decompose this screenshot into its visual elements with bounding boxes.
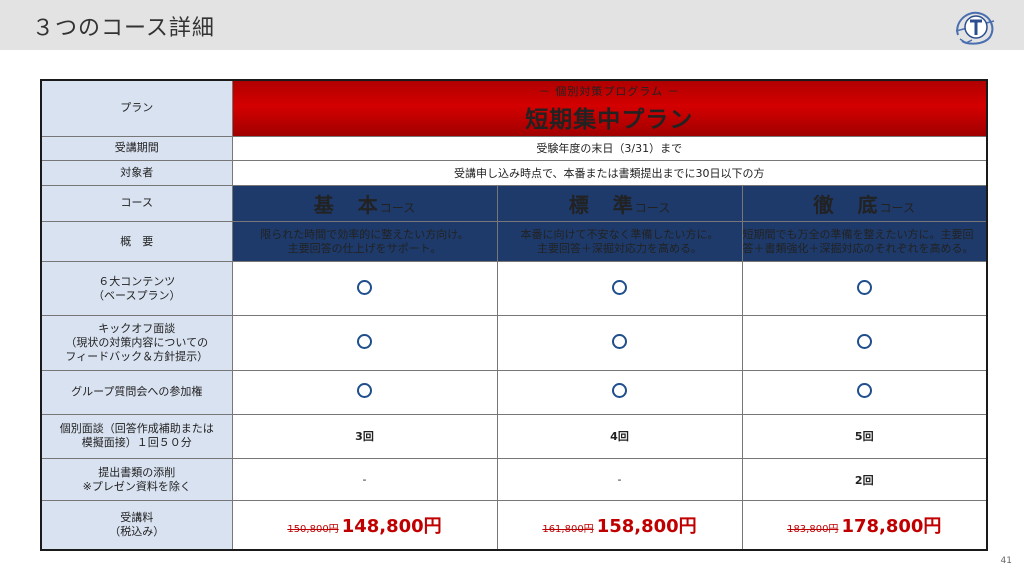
course-name: 徹 底	[813, 192, 880, 217]
circle-check-icon	[612, 383, 627, 399]
period-label: 受講期間	[40, 135, 233, 161]
review-count-standard: -	[496, 458, 743, 502]
title-bar: ３つのコース詳細	[0, 0, 1024, 50]
old-price: 161,800円	[542, 524, 594, 536]
course-desc-basic: 限られた時間で効率的に整えたい方向け。 主要回答の仕上げをサポート。	[231, 221, 498, 263]
interview-label: 個別面談（回答作成補助または 模擬面接）１回５０分	[40, 413, 233, 460]
circle-check-icon	[357, 279, 372, 295]
included-cell	[496, 315, 743, 371]
course-suffix: コース	[379, 200, 416, 215]
table-row: コース 基 本コース 標 準コース 徹 底コース	[40, 184, 988, 223]
course-desc-standard: 本番に向けて不安なく準備したい方に。 主要回答＋深掘対応力を高める。	[496, 221, 743, 263]
circle-check-icon	[612, 334, 627, 350]
course-header-thorough: 徹 底コース	[741, 184, 988, 223]
interview-count-thorough: 5回	[741, 413, 988, 460]
price: 158,800円	[596, 516, 697, 538]
company-logo-icon	[955, 11, 995, 45]
circle-check-icon	[612, 279, 627, 295]
table-row: 受講期間 受験年度の末日（3/31）まで	[40, 135, 988, 161]
table-row: 提出書類の添削 ※プレゼン資料を除く - - 2回	[40, 458, 988, 502]
page-number: 41	[1000, 556, 1012, 566]
circle-check-icon	[357, 334, 372, 350]
included-cell	[231, 261, 498, 317]
review-count-basic: -	[231, 458, 498, 502]
old-price: 150,800円	[287, 524, 339, 536]
table-row: 個別面談（回答作成補助または 模擬面接）１回５０分 3回 4回 5回	[40, 413, 988, 460]
price: 148,800円	[341, 516, 442, 538]
interview-count-standard: 4回	[496, 413, 743, 460]
fee-label: 受講料 （税込み）	[40, 500, 233, 551]
target-label: 対象者	[40, 159, 233, 186]
review-label: 提出書類の添削 ※プレゼン資料を除く	[40, 458, 233, 502]
circle-check-icon	[856, 383, 872, 399]
included-cell	[741, 261, 988, 317]
course-suffix: コース	[879, 200, 915, 215]
old-price: 183,800円	[787, 524, 839, 536]
circle-check-icon	[357, 383, 372, 399]
table-row: ６大コンテンツ （ベースプラン）	[40, 261, 988, 317]
period-value: 受験年度の末日（3/31）まで	[231, 135, 988, 161]
course-desc-thorough: 短期間でも万全の準備を整えたい方に。主要回 答＋書類強化＋深掘対応のそれぞれを高め…	[741, 221, 988, 263]
included-cell	[231, 369, 498, 415]
included-cell	[741, 369, 988, 415]
review-count-thorough: 2回	[741, 458, 988, 502]
circle-check-icon	[856, 334, 872, 350]
table-row: 対象者 受講申し込み時点で、本番または書類提出までに30日以下の方	[40, 159, 988, 186]
overview-label: 概 要	[40, 221, 233, 263]
circle-check-icon	[856, 279, 872, 295]
target-value: 受講申し込み時点で、本番または書類提出までに30日以下の方	[231, 159, 988, 186]
interview-count-basic: 3回	[231, 413, 498, 460]
included-cell	[496, 369, 743, 415]
table-row: 概 要 限られた時間で効率的に整えたい方向け。 主要回答の仕上げをサポート。 本番…	[40, 221, 988, 263]
table-row: プラン － 個別対策プログラム － 短期集中プラン	[40, 79, 988, 137]
price-cell-standard: 161,800円 158,800円	[496, 500, 743, 551]
course-label: コース	[40, 184, 233, 223]
content-label: ６大コンテンツ （ベースプラン）	[40, 261, 233, 317]
course-header-basic: 基 本コース	[231, 184, 498, 223]
page-title: ３つのコース詳細	[32, 16, 215, 41]
course-name: 基 本	[313, 192, 380, 217]
table-row: キックオフ面談 （現状の対策内容についての フィードバック＆方針提示）	[40, 315, 988, 371]
plan-subtitle: － 個別対策プログラム －	[538, 84, 680, 98]
table-row: 受講料 （税込み） 150,800円 148,800円 161,800円 158,80…	[40, 500, 988, 551]
price: 178,800円	[841, 516, 942, 538]
course-header-standard: 標 準コース	[496, 184, 743, 223]
course-suffix: コース	[634, 200, 671, 215]
kickoff-label: キックオフ面談 （現状の対策内容についての フィードバック＆方針提示）	[40, 315, 233, 371]
group-label: グループ質問会への参加権	[40, 369, 233, 415]
plan-table: プラン － 個別対策プログラム － 短期集中プラン 受講期間 受験年度の末日（3…	[40, 79, 988, 551]
included-cell	[741, 315, 988, 371]
included-cell	[496, 261, 743, 317]
course-name: 標 準	[568, 192, 635, 217]
price-cell-thorough: 183,800円 178,800円	[741, 500, 988, 551]
included-cell	[231, 315, 498, 371]
table-row: グループ質問会への参加権	[40, 369, 988, 415]
plan-label: プラン	[40, 79, 233, 137]
price-cell-basic: 150,800円 148,800円	[231, 500, 498, 551]
plan-header: － 個別対策プログラム － 短期集中プラン	[231, 79, 988, 137]
plan-name: 短期集中プラン	[525, 106, 694, 133]
